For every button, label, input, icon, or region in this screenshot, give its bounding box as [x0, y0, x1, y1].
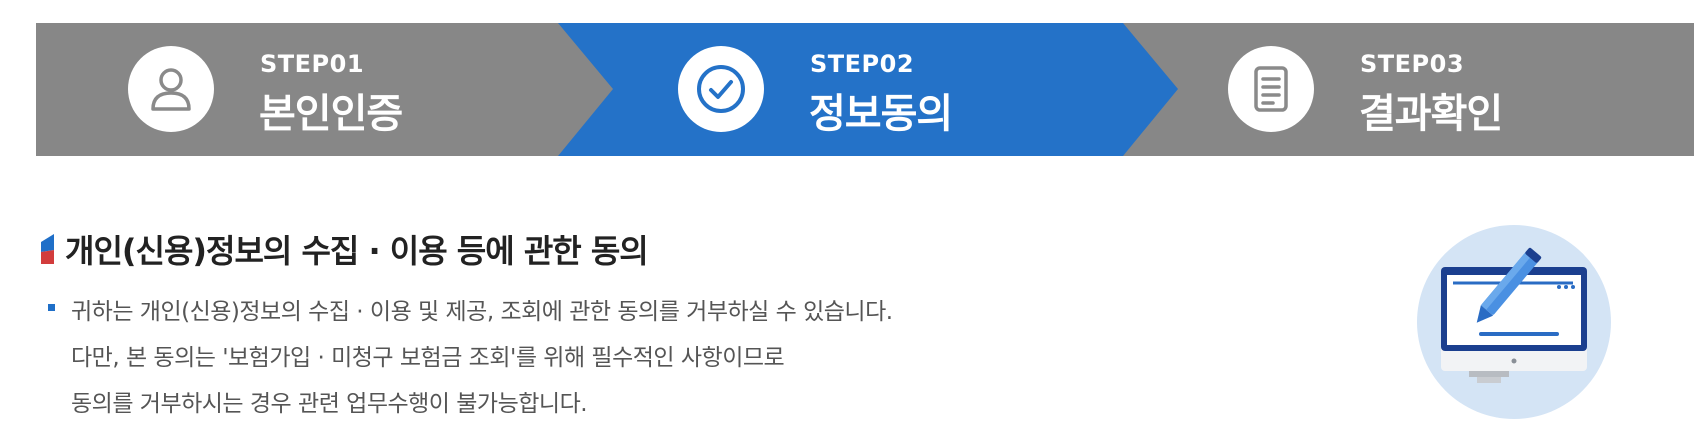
section-title: 개인(신용)정보의 수집 · 이용 등에 관한 동의 [65, 232, 649, 270]
document-icon [1254, 66, 1288, 112]
step-3-icon-circle [1228, 46, 1314, 132]
bullet-icon [48, 304, 55, 311]
step-3-label: 결과확인 [1359, 91, 1503, 137]
step-3-number: STEP03 [1360, 50, 1465, 78]
step-1-number: STEP01 [260, 50, 365, 78]
step-3: STEP03 결과확인 [1146, 23, 1694, 156]
step-2: STEP02 정보동의 [596, 23, 1156, 156]
step-2-label: 정보동의 [809, 91, 953, 137]
section-title-mark-icon [41, 234, 54, 264]
step-1-label: 본인인증 [259, 91, 403, 137]
user-icon [151, 68, 191, 111]
monitor-pen-icon [1417, 225, 1611, 419]
step-2-number: STEP02 [810, 50, 915, 78]
description-line: 동의를 거부하시는 경우 관련 업무수행이 불가능합니다. [71, 391, 588, 417]
step-1: STEP01 본인인증 [36, 23, 596, 156]
check-circle-icon [697, 65, 745, 113]
step-2-icon-circle [678, 46, 764, 132]
description-line: 다만, 본 동의는 '보험가입 · 미청구 보험금 조회'를 위해 필수적인 사… [71, 345, 785, 371]
step-1-icon-circle [128, 46, 214, 132]
step-progress-bar: STEP01 본인인증 STEP02 정보동의 STEP03 결과확인 [36, 23, 1694, 156]
description-line: 귀하는 개인(신용)정보의 수집 · 이용 및 제공, 조회에 관한 동의를 거… [71, 299, 893, 325]
